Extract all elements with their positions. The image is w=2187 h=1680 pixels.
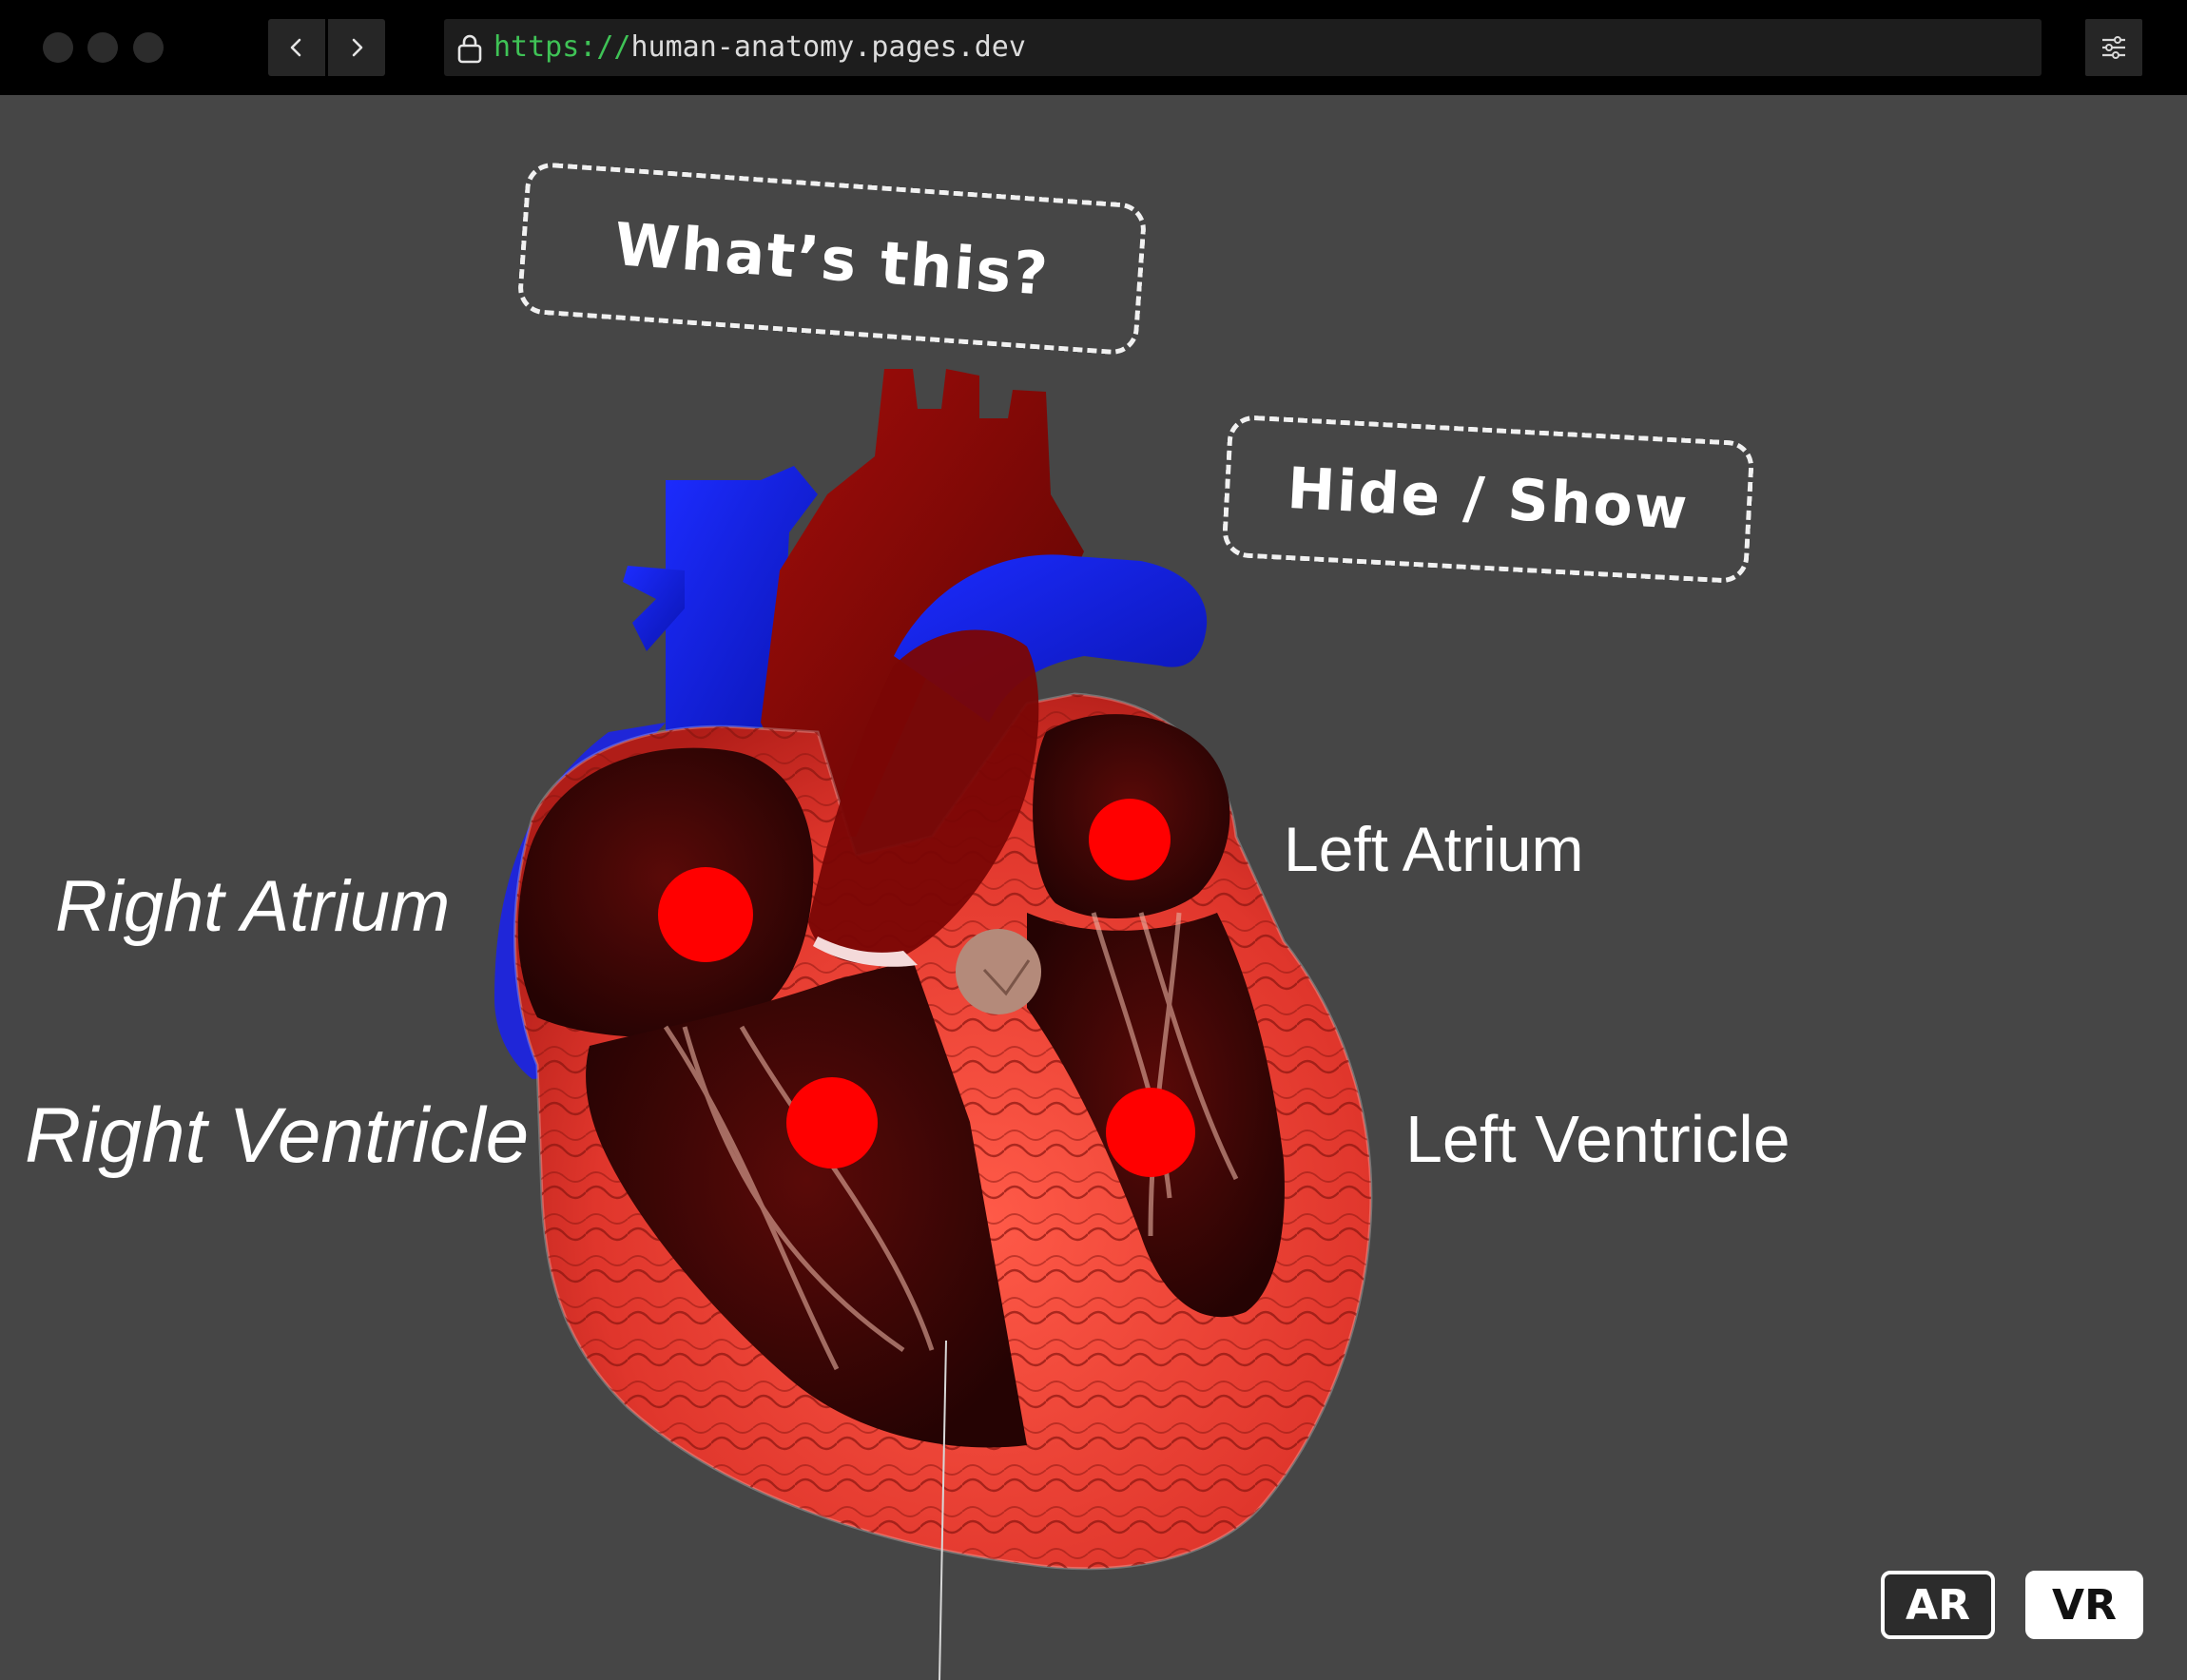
sliders-icon [2102,36,2125,59]
mitral-valve-node [956,929,1041,1014]
settings-menu-button[interactable] [2085,19,2142,76]
close-window-dot[interactable] [43,32,73,63]
forward-button[interactable] [328,19,385,76]
hotspot-left-ventricle[interactable] [1106,1088,1195,1177]
label-right-ventricle: Right Ventricle [25,1092,530,1179]
browser-window: https://human-anatomy.pages.dev What’s t… [0,0,2187,1680]
lock-icon [457,34,482,64]
hotspot-right-atrium[interactable] [658,867,753,962]
url-text: https://human-anatomy.pages.dev [494,30,1026,65]
url-scheme: https:// [494,30,631,64]
minimize-window-dot[interactable] [87,32,118,63]
back-button[interactable] [268,19,325,76]
address-bar[interactable]: https://human-anatomy.pages.dev [444,19,2042,76]
url-host: human-anatomy.pages.dev [630,30,1026,64]
label-left-ventricle: Left Ventricle [1405,1102,1790,1176]
webxr-scene[interactable]: What’s this? Hide / Show Right Atrium Ri… [0,95,2187,1680]
chevron-left-icon [290,38,301,57]
browser-toolbar: https://human-anatomy.pages.dev [0,0,2187,95]
label-right-atrium: Right Atrium [55,866,451,947]
hide-show-button[interactable]: Hide / Show [1221,414,1755,585]
enter-vr-button[interactable]: VR [2025,1571,2143,1639]
maximize-window-dot[interactable] [133,32,164,63]
hotspot-left-atrium[interactable] [1089,799,1171,880]
chevron-right-icon [352,38,363,57]
enter-ar-button[interactable]: AR [1881,1571,1995,1639]
hotspot-right-ventricle[interactable] [786,1077,878,1168]
label-left-atrium: Left Atrium [1284,814,1584,884]
